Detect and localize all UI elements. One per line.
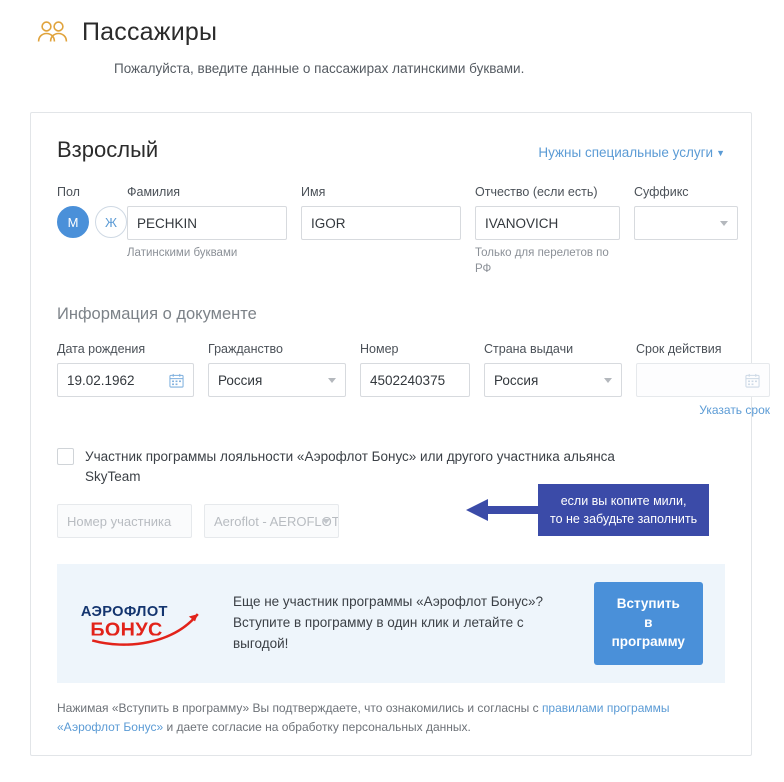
join-program-button[interactable]: Вступить в программу [593,582,703,665]
expiry-input[interactable] [636,363,770,398]
banner-text: Еще не участник программы «Аэрофлот Бону… [233,594,543,651]
miles-callout: если вы копите мили, то не забудьте запо… [466,484,710,537]
page-subtitle: Пожалуйста, введите данные о пассажирах … [114,61,525,76]
citizenship-field: Гражданство Россия [208,342,346,398]
legal-text: Нажимая «Вступить в программу» Вы подтве… [57,699,725,737]
birth-date-input[interactable]: 19.02.1962 [57,363,194,398]
card-header: Взрослый Нужны специальные услуги ▼ [57,137,725,163]
loyalty-checkbox-label: Участник программы лояльности «Аэрофлот … [85,449,615,484]
page-header: Пассажиры [0,0,784,47]
last-name-label: Фамилия [127,185,181,199]
first-name-label: Имя [301,185,326,199]
gender-female-option[interactable]: Ж [95,206,127,238]
special-services-link[interactable]: Нужны специальные услуги ▼ [538,145,725,160]
callout-line-2: то не забудьте заполнить [550,512,698,527]
page-title: Пассажиры [82,18,218,46]
last-name-hint: Латинскими буквами [127,247,238,259]
loyalty-checkbox-row: Участник программы лояльности «Аэрофлот … [57,447,725,486]
issuing-country-select[interactable]: Россия [484,363,622,398]
gender-label: Пол [57,185,80,199]
birth-date-value: 19.02.1962 [67,372,135,388]
middle-name-label: Отчество (если есть) [475,185,598,199]
gender-male-option[interactable]: М [57,206,89,238]
calendar-icon[interactable] [745,373,760,388]
citizenship-select[interactable]: Россия [208,363,346,398]
middle-name-input[interactable] [475,206,620,240]
loyalty-checkbox[interactable] [57,448,74,466]
first-name-field: Имя [301,185,461,240]
special-services-label: Нужны специальные услуги [538,145,714,160]
callout-box: если вы копите мили, то не забудьте запо… [538,484,710,537]
suffix-select[interactable] [634,206,738,240]
chevron-down-icon: ▼ [716,148,725,158]
calendar-icon[interactable] [169,373,184,388]
citizenship-label: Гражданство [208,342,283,357]
suffix-label: Суффикс [634,185,689,199]
expiry-label: Срок действия [636,342,722,357]
loyalty-airline-select[interactable]: Aeroflot - AEROFLOT [204,504,339,539]
first-name-input[interactable] [301,206,461,240]
member-number-input[interactable]: Номер участника [57,504,192,539]
expiry-field: Срок действия Указать срок [636,342,770,417]
arrow-left-icon [466,499,538,522]
people-icon [37,20,68,42]
expiry-set-link[interactable]: Указать срок [636,403,770,417]
issuing-country-field: Страна выдачи Россия [484,342,622,398]
passenger-card: Взрослый Нужны специальные услуги ▼ Пол М… [30,112,770,757]
document-number-label: Номер [360,342,399,357]
middle-name-field: Отчество (если есть) Только для перелето… [475,185,620,277]
document-number-input[interactable] [360,363,470,398]
passenger-type-title: Взрослый [57,137,159,162]
last-name-field: Фамилия Латинскими буквами [127,185,287,262]
svg-text:БОНУС: БОНУС [90,619,162,641]
aeroflot-bonus-logo: АЭРОФЛОТ БОНУС [81,604,199,646]
document-number-field: Номер [360,342,470,398]
join-button-line2: программу [611,633,685,649]
join-button-line1: Вступить в [616,596,680,631]
document-fields-row: Дата рождения 19.02.1962 Гражданство Рос… [57,342,770,417]
document-section-title: Информация о документе [57,305,257,324]
middle-name-hint: Только для перелетов по РФ [475,247,609,275]
gender-field: Пол М Ж [57,185,127,238]
legal-part1: Нажимая «Вступить в программу» Вы подтве… [57,700,542,715]
callout-line-1: если вы копите мили, [560,494,687,508]
gender-toggle[interactable]: М Ж [57,206,127,238]
svg-text:АЭРОФЛОТ: АЭРОФЛОТ [81,604,168,620]
issuing-country-label: Страна выдачи [484,342,574,357]
last-name-input[interactable] [127,206,287,240]
aeroflot-bonus-banner: АЭРОФЛОТ БОНУС Еще не участник программы… [57,564,725,683]
suffix-field: Суффикс [634,185,738,240]
legal-part2: и даете согласие на обработку персональн… [163,720,471,735]
birth-date-label: Дата рождения [57,342,146,357]
birth-date-field: Дата рождения 19.02.1962 [57,342,194,398]
name-fields-row: Пол М Ж Фамилия Латинскими буквами Имя О… [57,185,738,277]
